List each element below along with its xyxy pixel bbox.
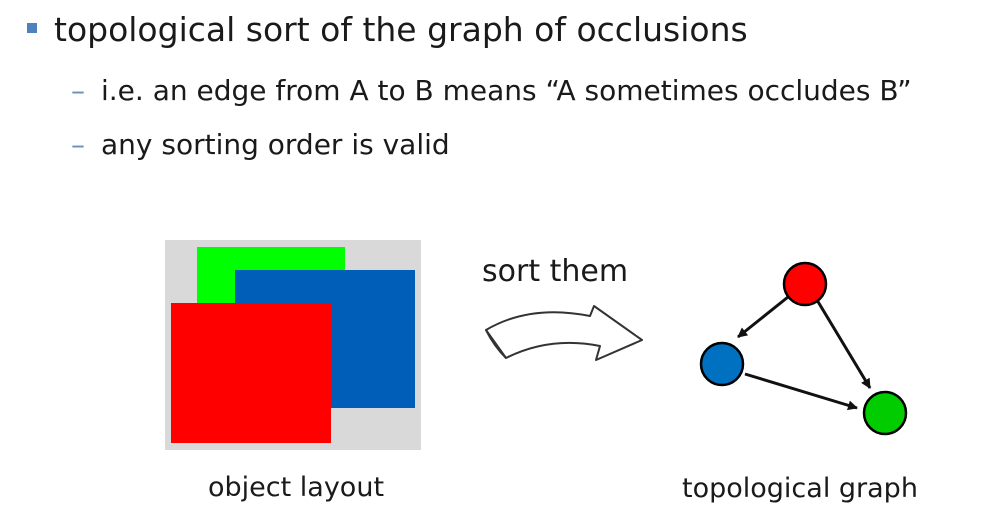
graph-node-green	[862, 390, 908, 436]
sub-bullet-1-text: i.e. an edge from A to B means “A someti…	[101, 74, 912, 107]
dash-icon: –	[71, 128, 85, 161]
topological-graph	[699, 261, 908, 436]
object-layout-caption: object layout	[208, 472, 385, 503]
graph-edge-red-green	[815, 299, 872, 389]
sub-bullet-2-text: any sorting order is valid	[101, 128, 450, 161]
red-rectangle	[171, 303, 331, 443]
dash-icon: –	[71, 74, 85, 107]
object-layout-panel	[165, 240, 421, 450]
curved-arrow-icon	[485, 305, 643, 361]
bullet-square-icon	[27, 23, 37, 33]
sort-them-label: sort them	[482, 254, 629, 289]
graph-node-red	[782, 261, 828, 307]
graph-node-blue	[699, 341, 745, 387]
graph-edge-blue-green	[744, 372, 858, 411]
graph-edge-red-blue	[737, 295, 789, 339]
topological-graph-caption: topological graph	[682, 473, 918, 504]
bullet-main-text: topological sort of the graph of occlusi…	[54, 10, 748, 49]
